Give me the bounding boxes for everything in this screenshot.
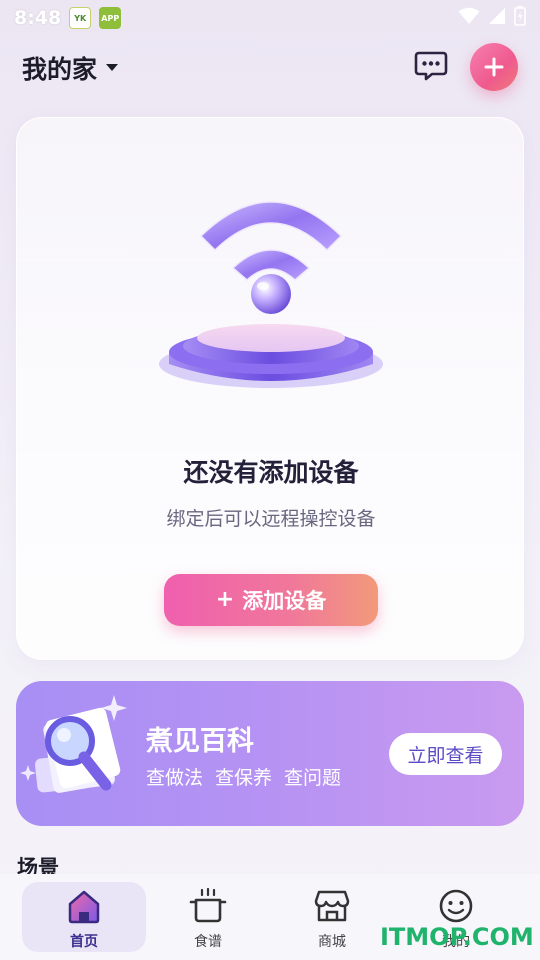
message-button[interactable] xyxy=(412,48,450,84)
home-name: 我的家 xyxy=(22,55,98,84)
banner-title: 煮见百科 xyxy=(146,726,254,757)
empty-device-card: 还没有添加设备 绑定后可以远程操控设备 + 添加设备 xyxy=(16,117,524,660)
tab-label-store: 商城 xyxy=(318,934,346,950)
tab-label-recipes: 食谱 xyxy=(194,934,222,950)
home-selector[interactable]: 我的家 xyxy=(22,50,119,86)
smiley-icon xyxy=(439,889,473,923)
tab-store[interactable]: 商城 xyxy=(270,882,394,952)
plus-icon: + xyxy=(215,587,235,612)
pot-icon xyxy=(189,887,227,923)
top-header: 我的家 xyxy=(0,40,540,92)
tag-recipe: 查做法 xyxy=(146,767,204,789)
empty-state-subtitle: 绑定后可以远程操控设备 xyxy=(166,508,376,530)
magnifier-document-icon xyxy=(20,695,127,793)
caret-down-icon xyxy=(106,64,119,71)
add-device-label: 添加设备 xyxy=(242,589,327,613)
encyclopedia-banner[interactable]: 煮见百科 查做法 查保养 查问题 立即查看 xyxy=(16,681,524,826)
battery-icon xyxy=(514,6,526,26)
view-now-button[interactable]: 立即查看 xyxy=(389,733,502,775)
status-time: 8:48 xyxy=(14,7,62,29)
plus-icon xyxy=(484,57,504,77)
status-indicators xyxy=(458,6,526,26)
tab-label-home: 首页 xyxy=(70,934,98,950)
wifi-signal-icon xyxy=(458,7,480,24)
home-icon xyxy=(68,890,100,924)
empty-state-title: 还没有添加设备 xyxy=(183,458,359,487)
watermark-text: ITMOP.COM xyxy=(380,923,534,951)
cell-signal-icon xyxy=(489,8,505,24)
banner-tags: 查做法 查保养 查问题 xyxy=(146,763,341,790)
store-icon xyxy=(314,890,350,922)
status-bar: 8:48 YK APP xyxy=(0,0,540,36)
tab-home[interactable]: 首页 xyxy=(22,882,146,952)
notification-app-icon: YK xyxy=(69,7,92,29)
notification-app-icon-2: APP xyxy=(99,7,122,29)
tag-maintenance: 查保养 xyxy=(215,767,273,789)
add-button[interactable] xyxy=(470,43,518,91)
add-device-button[interactable]: + 添加设备 xyxy=(164,574,378,626)
wifi-illustration xyxy=(159,201,383,388)
tab-recipes[interactable]: 食谱 xyxy=(146,882,270,952)
chat-bubble-icon xyxy=(414,51,448,81)
tag-troubleshooting: 查问题 xyxy=(284,767,342,789)
